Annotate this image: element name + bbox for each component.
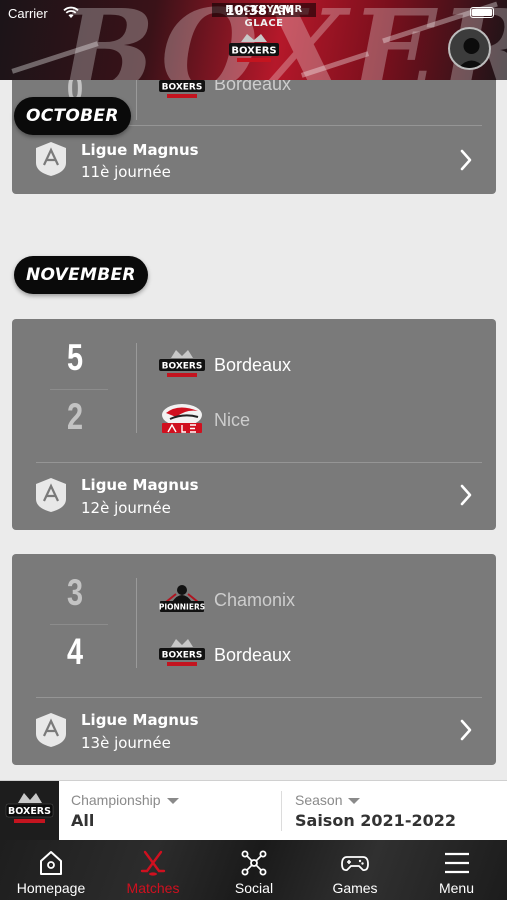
- svg-text:BOXERS: BOXERS: [162, 651, 203, 661]
- svg-text:PIONNIERS: PIONNIERS: [159, 603, 205, 612]
- round-label: 13è journée: [81, 734, 171, 752]
- tab-menu[interactable]: Menu: [406, 840, 507, 900]
- match-card[interactable]: 3 4 PIONNIERS Chamonix BOXERS Bordeaux L…: [12, 554, 496, 765]
- svg-text:BOXERS: BOXERS: [162, 83, 203, 93]
- team-name: Chamonix: [214, 590, 296, 610]
- team-name: Bordeaux: [214, 645, 292, 665]
- team-logo-nice: [162, 404, 202, 433]
- tab-label: Menu: [438, 880, 475, 896]
- chevron-right-icon[interactable]: [458, 483, 474, 507]
- filter-bar: BOXERS Championship All Season Saison 20…: [0, 780, 507, 840]
- tab-bar: Homepage Matches Social Games Menu: [0, 840, 507, 900]
- season-value: Saison 2021-2022: [295, 811, 456, 830]
- caret-down-icon: [348, 798, 361, 805]
- away-score: 2: [66, 396, 84, 437]
- status-carrier: Carrier: [8, 6, 48, 21]
- app-header: BOXERS HOCKEY SUR GLACE Carrier 10:38 AM…: [0, 0, 507, 80]
- league-name: Ligue Magnus: [81, 711, 199, 729]
- tab-label: Social: [234, 880, 274, 896]
- league-logo: [36, 142, 66, 176]
- caret-down-icon: [166, 798, 179, 805]
- tab-label: Homepage: [16, 880, 86, 896]
- season-filter[interactable]: Season Saison 2021-2022: [295, 781, 495, 840]
- home-icon: [40, 851, 62, 875]
- month-header-october: OCTOBER: [14, 97, 131, 135]
- tab-label: Games: [332, 880, 378, 896]
- season-label: Season: [295, 792, 343, 808]
- svg-text:BOXERS: BOXERS: [8, 806, 51, 817]
- championship-label: Championship: [71, 792, 161, 808]
- team-logo-bordeaux: BOXERS: [159, 639, 205, 666]
- wifi-icon: [63, 6, 79, 18]
- chevron-right-icon[interactable]: [458, 148, 474, 172]
- filter-club-logo: BOXERS: [0, 781, 59, 840]
- menu-icon: [444, 852, 469, 874]
- club-logo[interactable]: BOXERS: [227, 32, 281, 66]
- svg-text:BOXERS: BOXERS: [231, 46, 276, 57]
- hockey-sticks-icon: [140, 850, 166, 876]
- network-icon: [241, 850, 267, 876]
- team-name: Nice: [214, 410, 251, 430]
- league-logo: [36, 713, 66, 747]
- round-label: 12è journée: [81, 499, 171, 517]
- championship-filter[interactable]: Championship All: [71, 781, 271, 840]
- status-time: 10:38 AM: [225, 4, 295, 19]
- tab-label: Matches: [126, 880, 180, 896]
- team-logo-bordeaux: BOXERS: [159, 80, 205, 98]
- round-label: 11è journée: [81, 163, 171, 181]
- team-name: Bordeaux: [214, 80, 292, 94]
- profile-avatar[interactable]: [448, 27, 491, 70]
- tab-homepage[interactable]: Homepage: [0, 840, 102, 900]
- month-header-november: NOVEMBER: [14, 256, 148, 294]
- svg-text:BOXERS: BOXERS: [162, 362, 203, 372]
- tab-games[interactable]: Games: [304, 840, 406, 900]
- league-name: Ligue Magnus: [81, 141, 199, 159]
- tab-social[interactable]: Social: [204, 840, 304, 900]
- league-logo: [36, 478, 66, 512]
- tab-matches[interactable]: Matches: [102, 840, 204, 900]
- battery-icon: [470, 7, 494, 18]
- team-logo-bordeaux: BOXERS: [159, 350, 205, 377]
- home-score: 5: [66, 337, 84, 378]
- team-name: Bordeaux: [214, 355, 292, 375]
- league-name: Ligue Magnus: [81, 476, 199, 494]
- gamepad-icon: [341, 856, 369, 872]
- club-logo-icon: BOXERS: [5, 793, 54, 823]
- matches-list[interactable]: 0 BOXERS Bordeaux Ligue Magnus 11è journ…: [0, 80, 507, 780]
- away-score: 4: [66, 631, 84, 672]
- home-score: 3: [66, 572, 84, 613]
- match-card[interactable]: 5 2 BOXERS Bordeaux Nice Ligue Magnus 12…: [12, 319, 496, 530]
- chevron-right-icon[interactable]: [458, 718, 474, 742]
- team-logo-chamonix: PIONNIERS: [159, 585, 205, 612]
- championship-value: All: [71, 811, 95, 830]
